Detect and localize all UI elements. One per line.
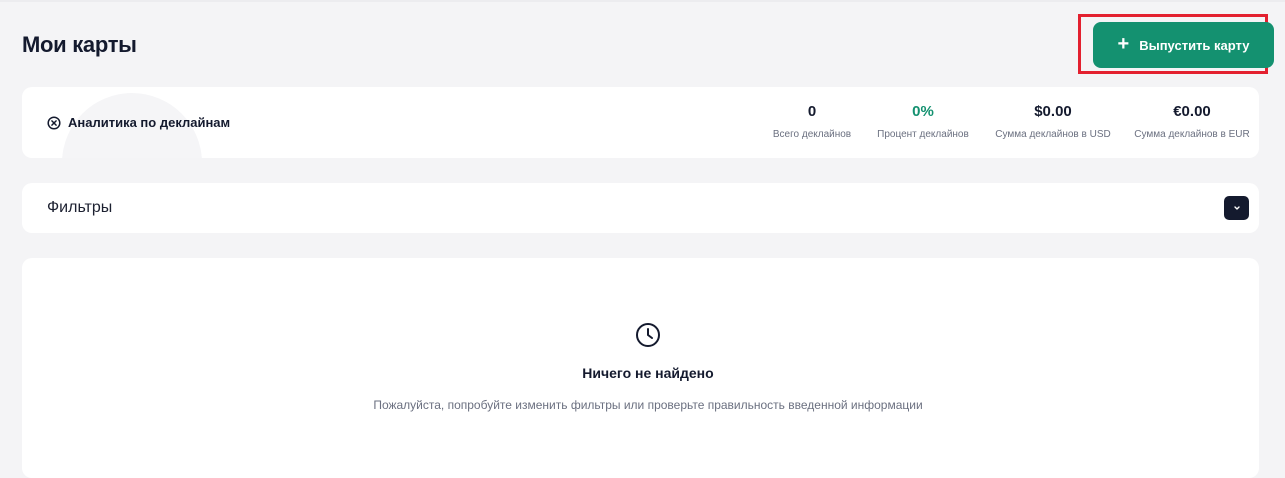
stat-decline-sum-usd: $0.00 Сумма деклайнов в USD: [992, 103, 1114, 140]
empty-state-description: Пожалуйста, попробуйте изменить фильтры …: [373, 398, 923, 412]
stat-total-declines: 0 Всего деклайнов: [766, 103, 858, 140]
stat-value: 0%: [912, 103, 934, 120]
stat-label: Сумма деклайнов в EUR: [1134, 129, 1250, 140]
decline-analytics-panel: Аналитика по деклайнам 0 Всего деклайнов…: [22, 87, 1259, 158]
filters-title: Фильтры: [47, 199, 113, 216]
decline-analytics-label: Аналитика по деклайнам: [68, 115, 231, 130]
stat-label: Процент деклайнов: [877, 129, 969, 140]
close-circle-icon: [47, 115, 61, 130]
stat-label: Сумма деклайнов в USD: [995, 129, 1111, 140]
empty-state-title: Ничего не найдено: [582, 365, 714, 381]
stat-decline-sum-eur: €0.00 Сумма деклайнов в EUR: [1132, 103, 1252, 140]
cards-empty-state: Ничего не найдено Пожалуйста, попробуйте…: [22, 258, 1259, 478]
stat-decline-percent: 0% Процент деклайнов: [872, 103, 974, 140]
decline-analytics-title[interactable]: Аналитика по деклайнам: [47, 115, 230, 130]
filters-panel[interactable]: Фильтры: [22, 183, 1259, 233]
top-divider: [0, 0, 1285, 2]
stat-label: Всего деклайнов: [772, 129, 852, 140]
filters-toggle-button[interactable]: [1224, 196, 1249, 220]
issue-card-button-label: Выпустить карту: [1139, 37, 1250, 53]
issue-card-button[interactable]: + Выпустить карту: [1093, 22, 1274, 68]
clock-icon: [636, 323, 660, 347]
stat-value: 0: [807, 103, 817, 120]
chevron-down-icon: [1233, 206, 1240, 210]
plus-icon: +: [1117, 33, 1130, 55]
stat-value: €0.00: [1173, 103, 1211, 120]
stat-value: $0.00: [1034, 103, 1072, 120]
page-title: Мои карты: [22, 32, 137, 57]
